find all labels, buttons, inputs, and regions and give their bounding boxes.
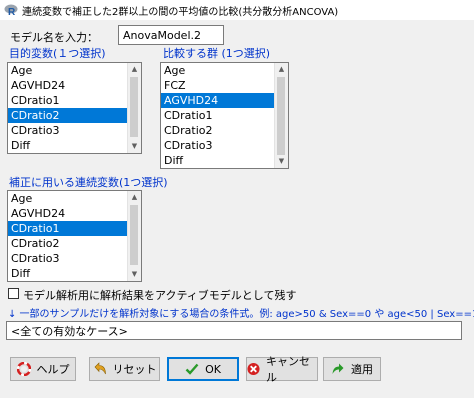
- list-item[interactable]: Diff: [161, 153, 275, 168]
- checkmark-icon: [185, 363, 199, 375]
- list-item[interactable]: Age: [8, 63, 128, 78]
- list-item[interactable]: Diff: [8, 266, 128, 281]
- list-item[interactable]: FCZ: [161, 78, 275, 93]
- list-item[interactable]: CDratio1: [161, 108, 275, 123]
- reset-button-label: リセット: [112, 363, 157, 376]
- model-name-label: モデル名を入力：: [10, 31, 98, 44]
- group-variable-listbox[interactable]: Age FCZ AGVHD24 CDratio1 CDratio2 CDratio3 Dif…: [160, 62, 289, 169]
- apply-arrow-icon: [332, 363, 344, 374]
- cancel-button[interactable]: キャンセル: [246, 355, 318, 384]
- ok-button-label: OK: [205, 362, 221, 376]
- scroll-up-arrow-icon[interactable]: ▲: [275, 63, 288, 76]
- list-item[interactable]: Age: [8, 191, 128, 206]
- scroll-down-arrow-icon[interactable]: ▼: [128, 268, 141, 281]
- scroll-down-arrow-icon[interactable]: ▼: [128, 140, 141, 153]
- list-item[interactable]: Age: [161, 63, 275, 78]
- list-item[interactable]: CDratio3: [8, 123, 128, 138]
- help-button[interactable]: ヘルプ: [10, 357, 76, 381]
- cancel-x-icon: [247, 362, 260, 376]
- covariate-variable-listbox[interactable]: Age AGVHD24 CDratio1 CDratio2 CDratio3 Diff ▲…: [7, 190, 142, 282]
- active-model-checkbox[interactable]: [8, 288, 19, 299]
- help-button-label: ヘルプ: [36, 363, 70, 376]
- ok-button[interactable]: OK: [167, 357, 239, 381]
- covariate-list-scrollbar[interactable]: ▲ ▼: [127, 191, 141, 281]
- list-item[interactable]: CDratio2: [161, 123, 275, 138]
- scroll-thumb[interactable]: [277, 77, 285, 155]
- scroll-thumb[interactable]: [130, 205, 138, 265]
- reset-button[interactable]: リセット: [89, 357, 160, 381]
- svg-text:R: R: [8, 7, 16, 17]
- list-item[interactable]: AGVHD24: [8, 78, 128, 93]
- list-item[interactable]: CDratio3: [8, 251, 128, 266]
- undo-arrow-icon: [94, 362, 106, 375]
- lifebuoy-icon: [16, 362, 31, 376]
- apply-button[interactable]: 適用: [323, 357, 381, 381]
- list-item[interactable]: Diff: [8, 138, 128, 153]
- subset-condition-input[interactable]: [6, 321, 462, 340]
- title-bar: R 連続変数で補正した2群以上の間の平均値の比較(共分散分析ANCOVA): [0, 0, 474, 20]
- group-variable-label: 比較する群 (1つ選択): [163, 47, 271, 60]
- apply-button-label: 適用: [351, 363, 373, 376]
- list-item[interactable]: CDratio2: [8, 108, 128, 123]
- target-variable-listbox[interactable]: Age AGVHD24 CDratio1 CDratio2 CDratio3 Diff ▲…: [7, 62, 142, 154]
- list-item[interactable]: CDratio3: [161, 138, 275, 153]
- list-item[interactable]: CDratio2: [8, 236, 128, 251]
- covariate-variable-label: 補正に用いる連続変数(1つ選択): [9, 176, 168, 189]
- scroll-down-arrow-icon[interactable]: ▼: [275, 155, 288, 168]
- window-title: 連続変数で補正した2群以上の間の平均値の比較(共分散分析ANCOVA): [22, 7, 339, 18]
- active-model-label: モデル解析用に解析結果をアクティブモデルとして残す: [23, 289, 297, 302]
- list-item[interactable]: CDratio1: [8, 221, 128, 236]
- target-list-scrollbar[interactable]: ▲ ▼: [127, 63, 141, 153]
- model-name-input[interactable]: [118, 25, 224, 45]
- scroll-thumb[interactable]: [130, 77, 138, 137]
- cancel-button-label: キャンセル: [265, 355, 310, 384]
- list-item[interactable]: CDratio1: [8, 93, 128, 108]
- list-item[interactable]: AGVHD24: [161, 93, 275, 108]
- subset-condition-label: ↓ 一部のサンプルだけを解析対象にする場合の条件式。例: age>50 & Se…: [8, 309, 474, 320]
- r-app-icon: R: [4, 4, 18, 17]
- target-variable-label: 目的変数(１つ選択): [9, 47, 106, 60]
- list-item[interactable]: AGVHD24: [8, 206, 128, 221]
- scroll-up-arrow-icon[interactable]: ▲: [128, 63, 141, 76]
- scroll-up-arrow-icon[interactable]: ▲: [128, 191, 141, 204]
- group-list-scrollbar[interactable]: ▲ ▼: [274, 63, 288, 168]
